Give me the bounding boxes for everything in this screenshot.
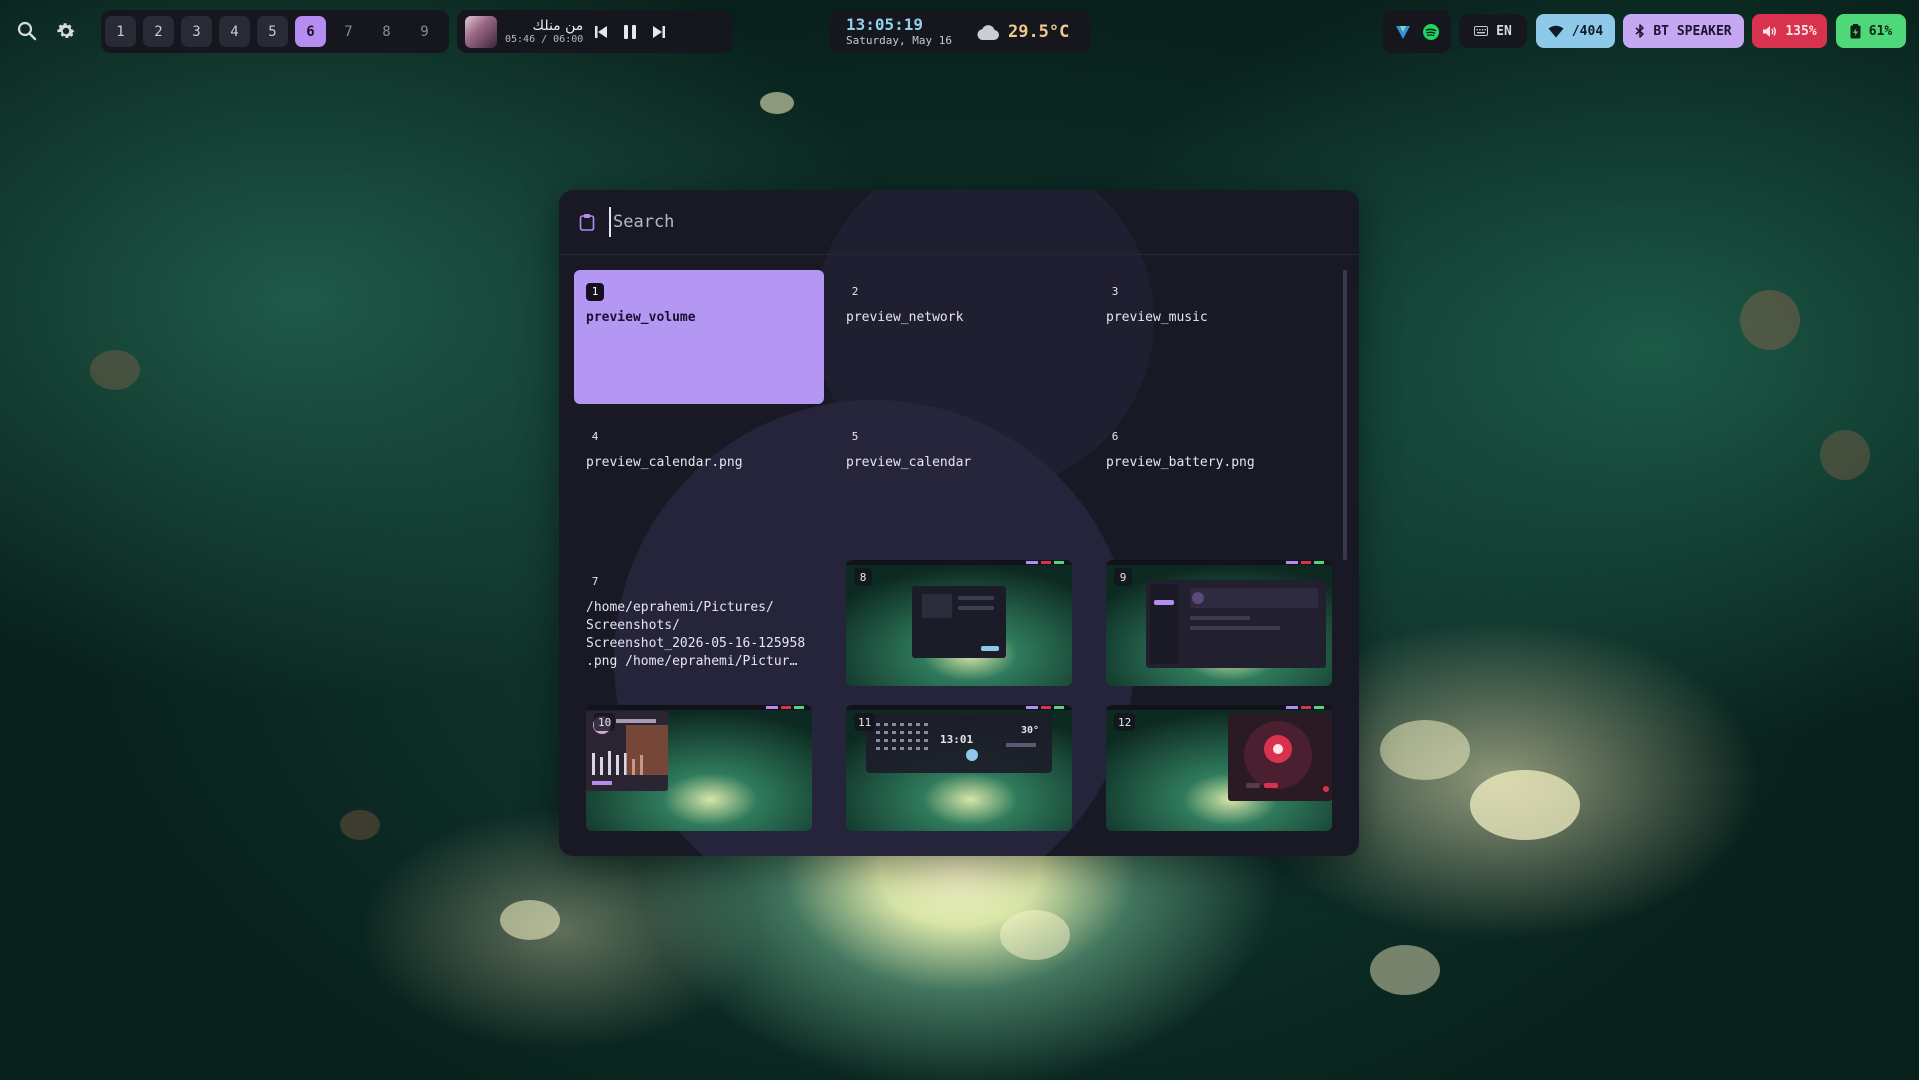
clipboard-launcher: 1 preview_volume 2 preview_network 3 preview_… [559, 190, 1359, 856]
item-label: preview_calendar [846, 454, 972, 470]
clipboard-item-12[interactable]: 12 [1106, 705, 1332, 831]
item-number-badge: 4 [591, 430, 599, 443]
item-number-badge: 10 [594, 713, 616, 731]
item-number-badge: 6 [1111, 430, 1119, 443]
wallpaper-light [1370, 945, 1440, 995]
wallpaper-light [1380, 720, 1470, 780]
next-track-icon[interactable] [651, 24, 667, 40]
screenshot-thumbnail [1106, 560, 1332, 686]
item-number-badge: 3 [1111, 285, 1119, 298]
wallpaper-light [500, 900, 560, 940]
bluetooth-icon [1635, 24, 1645, 38]
wallpaper-leaf [90, 350, 140, 390]
vpn-icon[interactable] [1394, 23, 1412, 41]
workspace-5[interactable]: 5 [257, 16, 288, 47]
bluetooth-label: BT SPEAKER [1653, 23, 1732, 39]
screenshot-thumbnail [586, 705, 812, 831]
item-number-badge: 7 [591, 575, 599, 588]
workspace-8[interactable]: 8 [371, 16, 402, 47]
item-number-badge: 1 [586, 282, 604, 301]
volume-status[interactable]: 135% [1752, 14, 1827, 48]
top-bar: 123456789 من منلك 05:46 / 06:00 13:05:19 [0, 0, 1919, 62]
workspace-1[interactable]: 1 [105, 16, 136, 47]
wallpaper-light [1000, 910, 1070, 960]
keyboard-layout-label: EN [1496, 23, 1512, 39]
clipboard-item-7[interactable]: 7/home/eprahemi/Pictures/ Screenshots/ S… [574, 560, 824, 694]
item-label: preview_music [1106, 309, 1208, 325]
screenshot-thumbnail [1106, 705, 1332, 831]
volume-label: 135% [1785, 23, 1817, 39]
item-number-badge: 8 [854, 568, 872, 586]
clipboard-item-4[interactable]: 4 preview_calendar.png [574, 415, 824, 549]
clock-time: 13:05:19 [846, 14, 924, 34]
media-player: من منلك 05:46 / 06:00 [457, 10, 733, 53]
clipboard-grid: 1 preview_volume 2 preview_network 3 preview_… [574, 270, 1334, 840]
battery-label: 61% [1868, 23, 1893, 39]
search-button[interactable] [10, 14, 44, 48]
workspace-switcher: 123456789 [101, 10, 449, 53]
thumbnail-temp-text: 30° [1021, 725, 1039, 736]
gear-icon [57, 23, 75, 39]
cloud-icon [977, 24, 999, 40]
wallpaper-light [760, 92, 794, 114]
wallpaper-light [1470, 770, 1580, 840]
scrollbar[interactable] [1343, 270, 1347, 560]
network-status[interactable]: /404 [1536, 14, 1615, 48]
keyboard-icon [1474, 26, 1489, 36]
item-number-badge: 12 [1114, 713, 1136, 731]
clipboard-item-6[interactable]: 6 preview_battery.png [1094, 415, 1344, 549]
workspace-2[interactable]: 2 [143, 16, 174, 47]
search-input[interactable] [609, 207, 1309, 237]
clipboard-item-2[interactable]: 2 preview_network [834, 270, 1084, 404]
tray [1383, 10, 1451, 53]
clipboard-item-1[interactable]: 1 preview_volume [574, 270, 824, 404]
battery-charging-icon [1850, 23, 1861, 38]
pause-icon[interactable] [621, 23, 639, 41]
wifi-icon [1548, 25, 1564, 37]
search-bar [559, 190, 1359, 255]
wallpaper-leaf [1740, 290, 1800, 350]
keyboard-layout[interactable]: EN [1459, 14, 1527, 48]
clock-date: Saturday, May 16 [846, 33, 952, 47]
item-label: preview_network [846, 309, 964, 325]
battery-status[interactable]: 61% [1836, 14, 1906, 48]
clipboard-item-9[interactable]: 9 [1106, 560, 1332, 686]
volume-icon [1763, 25, 1777, 37]
wallpaper-leaf [1820, 430, 1870, 480]
workspace-4[interactable]: 4 [219, 16, 250, 47]
item-label: preview_calendar.png [586, 454, 743, 470]
media-title: من منلك [532, 17, 584, 34]
item-number-badge: 2 [851, 285, 859, 298]
item-label: preview_battery.png [1106, 454, 1255, 470]
network-label: /404 [1571, 23, 1604, 39]
workspace-9[interactable]: 9 [409, 16, 440, 47]
workspace-3[interactable]: 3 [181, 16, 212, 47]
previous-track-icon[interactable] [593, 24, 609, 40]
album-art[interactable] [465, 15, 497, 48]
item-label: preview_volume [586, 309, 696, 325]
spotify-icon[interactable] [1422, 23, 1440, 41]
item-number-badge: 11 [854, 713, 876, 731]
clipboard-item-11[interactable]: 13:01 30° 11 [846, 705, 1072, 831]
screenshot-thumbnail [846, 560, 1072, 686]
weather-temperature: 29.5°C [1007, 21, 1070, 42]
clipboard-item-5[interactable]: 5 preview_calendar [834, 415, 1084, 549]
clipboard-item-8[interactable]: 8 [846, 560, 1072, 686]
clipboard-item-3[interactable]: 3 preview_music [1094, 270, 1344, 404]
media-time: 05:46 / 06:00 [505, 33, 584, 45]
screenshot-thumbnail: 13:01 30° [846, 705, 1072, 831]
workspace-6[interactable]: 6 [295, 16, 326, 47]
item-number-badge: 5 [851, 430, 859, 443]
clock-weather-widget[interactable]: 13:05:19 Saturday, May 16 29.5°C [830, 10, 1090, 53]
clipboard-item-10[interactable]: 10 [586, 705, 812, 831]
item-label: /home/eprahemi/Pictures/ Screenshots/ Sc… [586, 599, 806, 669]
clipboard-icon [579, 214, 595, 231]
wallpaper-leaf [340, 810, 380, 840]
item-number-badge: 9 [1114, 568, 1132, 586]
bluetooth-status[interactable]: BT SPEAKER [1623, 14, 1744, 48]
settings-button[interactable] [49, 14, 83, 48]
workspace-7[interactable]: 7 [333, 16, 364, 47]
search-icon [17, 21, 37, 41]
thumbnail-clock-text: 13:01 [940, 733, 973, 746]
